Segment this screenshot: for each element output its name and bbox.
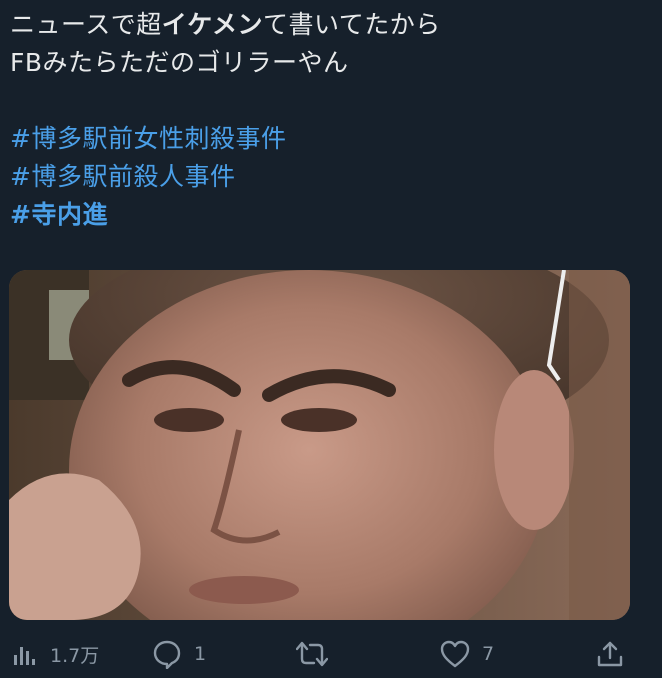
tweet: ニュースで超イケメンて書いてたから FBみたらただのゴリラーやん #博多駅前女性… [0,0,662,678]
reply-button[interactable]: 1 [152,630,206,678]
reply-count: 1 [194,643,207,665]
share-button[interactable] [596,630,624,678]
tweet-text-segment: FBみたらただのゴリラーやん [10,48,349,77]
hashtag-link[interactable]: #寺内進 [10,200,108,229]
views-count: 1.7万 [50,644,100,667]
hashtag-line-3: #寺内進 [10,196,650,234]
tweet-text-line-1: ニュースで超イケメンて書いてたから [10,6,650,44]
like-button[interactable]: 7 [440,630,494,678]
tweet-text-segment-bold: イケメン [161,10,264,39]
hashtag-line-2: #博多駅前殺人事件 [10,158,650,196]
tweet-text-line-2: FBみたらただのゴリラーやん [10,44,650,82]
tweet-text: ニュースで超イケメンて書いてたから FBみたらただのゴリラーやん #博多駅前女性… [10,6,650,234]
reply-icon [153,640,181,669]
hashtag-line-1: #博多駅前女性刺殺事件 [10,120,650,158]
photo-image [9,270,630,620]
tweet-photo[interactable] [9,270,630,620]
like-count: 7 [482,643,495,665]
like-icon [440,640,470,668]
share-icon [597,641,623,667]
views-button[interactable]: 1.7万 [12,630,99,678]
hashtag-link[interactable]: #博多駅前女性刺殺事件 [10,124,286,153]
tweet-actions: 1.7万 1 7 [0,630,662,678]
tweet-text-segment: ニュースで超 [10,10,162,39]
retweet-button[interactable] [296,630,328,678]
tweet-text-segment: て書いてたから [263,10,441,39]
hashtag-link[interactable]: #博多駅前殺人事件 [10,162,235,191]
analytics-icon [14,647,35,665]
retweet-icon [296,641,328,667]
